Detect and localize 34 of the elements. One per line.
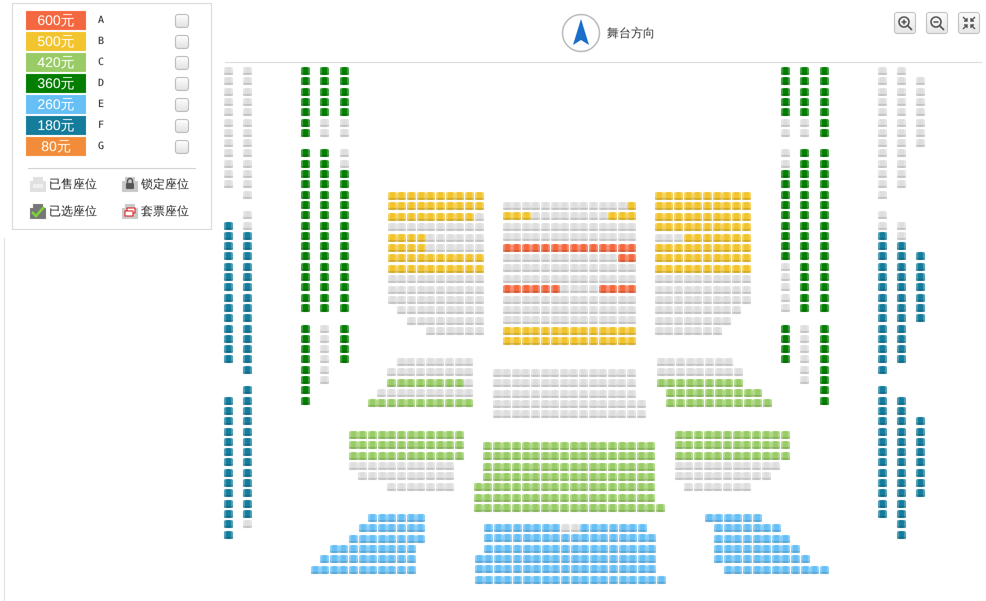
price-code: F	[98, 120, 106, 131]
zoom-in-icon[interactable]	[894, 12, 916, 34]
price-tag: 260元	[26, 95, 86, 114]
status-label: 锁定座位	[141, 176, 189, 193]
status-label: 已选座位	[49, 203, 97, 220]
checkbox[interactable]	[175, 56, 189, 70]
price-tag: 500元	[26, 32, 86, 51]
price-tag: 600元	[26, 11, 86, 30]
price-code: C	[98, 57, 106, 68]
price-code: G	[98, 141, 106, 152]
price-code: E	[98, 99, 106, 110]
compass-icon	[561, 13, 601, 53]
locked-seat-icon	[120, 175, 140, 194]
price-code: D	[98, 78, 106, 89]
package-seat-icon	[120, 202, 140, 221]
price-code: A	[98, 15, 106, 26]
selected-seat-icon	[28, 202, 48, 221]
checkbox[interactable]	[175, 140, 189, 154]
stage-direction-label: 舞台方向	[607, 24, 655, 42]
price-tag: 420元	[26, 53, 86, 72]
price-tag: 180元	[26, 116, 86, 135]
price-tag: 80元	[26, 137, 86, 156]
status-label: 套票座位	[141, 203, 189, 220]
zoom-out-icon[interactable]	[926, 12, 948, 34]
checkbox[interactable]	[175, 76, 189, 90]
checkbox[interactable]	[175, 118, 189, 132]
sold-seat-icon	[28, 175, 48, 194]
price-tag: 360元	[26, 74, 86, 93]
checkbox[interactable]	[175, 98, 189, 112]
status-label: 已售座位	[49, 176, 97, 193]
checkbox[interactable]	[175, 14, 189, 28]
shrink-icon[interactable]	[958, 12, 980, 34]
price-code: B	[98, 36, 106, 47]
checkbox[interactable]	[175, 34, 189, 48]
